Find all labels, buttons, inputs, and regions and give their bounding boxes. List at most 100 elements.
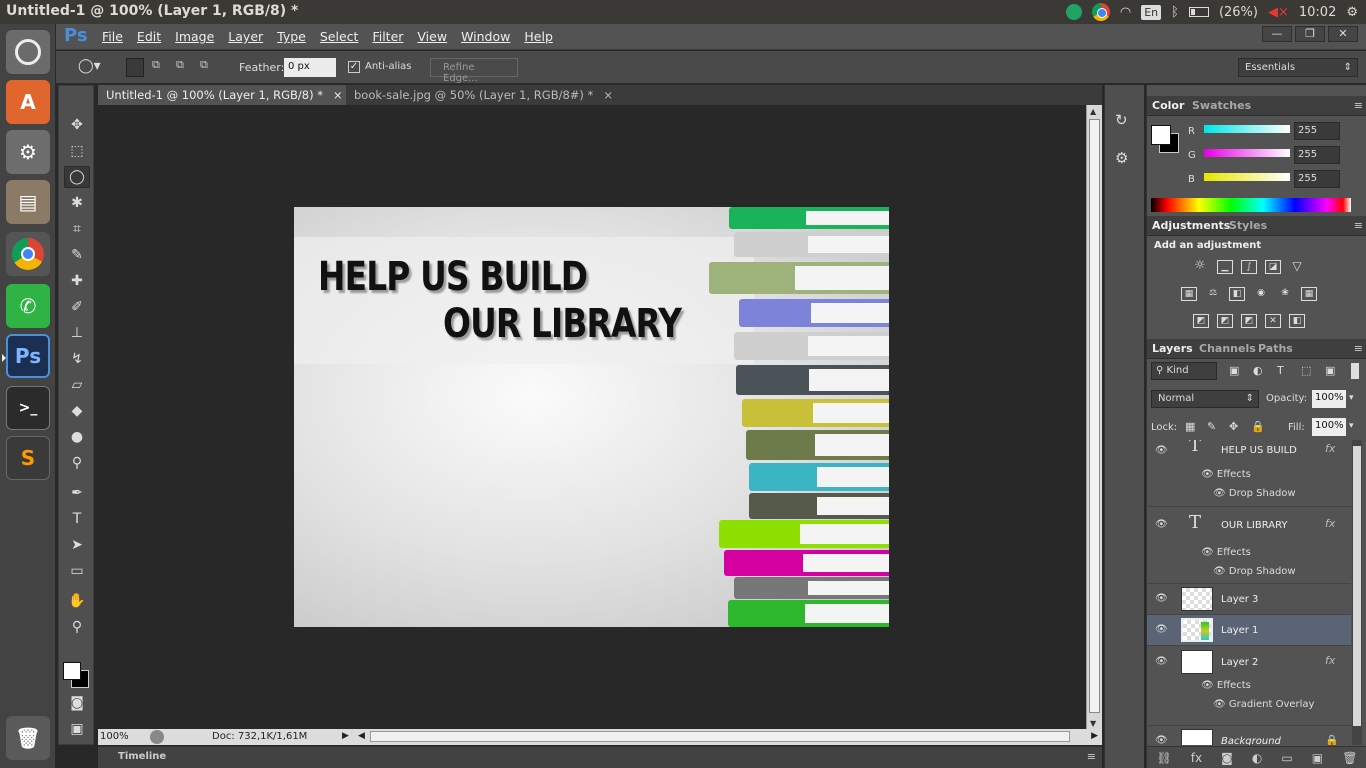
eyedropper-tool-icon[interactable]: ✎ <box>64 244 90 266</box>
lock-all-icon[interactable]: 🔒 <box>1251 420 1265 433</box>
tab-layers[interactable]: Layers <box>1152 342 1193 355</box>
tab-close-icon[interactable]: × <box>603 88 613 102</box>
posterize-icon[interactable]: ◩ <box>1217 314 1233 328</box>
color-balance-icon[interactable]: ⚖ <box>1205 287 1221 301</box>
antialias-checkbox[interactable]: ✓ <box>348 61 360 73</box>
launcher-software-center-button[interactable]: A <box>6 80 50 124</box>
hscroll-right-arrow-icon[interactable]: ▶ <box>1091 731 1098 741</box>
exposure-icon[interactable]: ◪ <box>1265 260 1281 274</box>
effect-eye-icon[interactable]: 👁 <box>1213 699 1226 710</box>
status-arrow-icon[interactable]: ▶ <box>342 731 349 741</box>
brush-tool-icon[interactable]: ✐ <box>64 296 90 318</box>
visibility-eye-icon[interactable]: 👁 <box>1155 445 1168 456</box>
color-fg-swatch[interactable] <box>1151 125 1171 145</box>
layer-row[interactable]: 👁 T OUR LIBRARY fx 👁 Effects 👁 Drop Shad… <box>1147 506 1351 583</box>
effect-eye-icon[interactable]: 👁 <box>1213 566 1226 577</box>
effects-eye-icon[interactable]: 👁 <box>1201 547 1214 558</box>
menu-filter[interactable]: Filter <box>372 29 403 44</box>
effects-eye-icon[interactable]: 👁 <box>1201 680 1214 691</box>
menu-image[interactable]: Image <box>175 29 214 44</box>
layer-row[interactable]: 👁 Layer 3 <box>1147 583 1351 614</box>
foreground-color-swatch[interactable] <box>63 662 81 680</box>
filter-smart-object-icon[interactable]: ▣ <box>1325 364 1335 377</box>
add-mask-icon[interactable]: ◙ <box>1221 751 1233 765</box>
screen-mode-icon[interactable]: ▣ <box>64 718 90 740</box>
launcher-sublime-button[interactable]: S <box>6 436 50 480</box>
dodge-tool-icon[interactable]: ⚲ <box>64 452 90 474</box>
vertical-scrollbar[interactable]: ▲ ▼ <box>1086 105 1102 730</box>
filter-shape-icon[interactable]: ⬚ <box>1301 364 1311 377</box>
channel-g-slider[interactable] <box>1204 149 1290 157</box>
tab-untitled-1[interactable]: Untitled-1 @ 100% (Layer 1, RGB/8) * × <box>98 85 346 105</box>
visibility-eye-icon[interactable]: 👁 <box>1155 656 1168 667</box>
fx-icon[interactable]: fx <box>1325 654 1335 667</box>
close-button[interactable]: ✕ <box>1328 26 1358 42</box>
type-tool-icon[interactable]: T <box>64 508 90 530</box>
launcher-chrome-button[interactable] <box>6 232 50 276</box>
visibility-eye-icon[interactable]: 👁 <box>1155 519 1168 530</box>
menu-layer[interactable]: Layer <box>228 29 263 44</box>
wifi-icon[interactable]: ◠ <box>1120 5 1131 20</box>
brightness-icon[interactable]: ☼ <box>1192 259 1208 274</box>
crop-tool-icon[interactable]: ⌗ <box>64 218 90 240</box>
opacity-input[interactable]: 100% <box>1312 390 1346 408</box>
effect-eye-icon[interactable]: 👁 <box>1213 488 1226 499</box>
magic-wand-tool-icon[interactable]: ✱ <box>64 192 90 214</box>
menu-edit[interactable]: Edit <box>137 29 161 44</box>
layers-scrollbar[interactable] <box>1352 440 1362 745</box>
volume-muted-icon[interactable]: ◀× <box>1268 5 1289 20</box>
timeline-menu-icon[interactable]: ≡ <box>1087 750 1096 763</box>
gradient-map-icon[interactable]: ◧ <box>1289 314 1305 328</box>
channel-b-value[interactable]: 255 <box>1294 170 1340 188</box>
layer-row[interactable]: 👁 Background 🔒 <box>1147 725 1351 745</box>
tab-color[interactable]: Color <box>1152 99 1184 112</box>
rectangle-tool-icon[interactable]: ▭ <box>64 560 90 582</box>
document-canvas[interactable]: HELP US BUILD OUR LIBRARY <box>294 207 889 627</box>
channel-r-slider[interactable] <box>1204 125 1290 133</box>
scroll-thumb[interactable] <box>1089 119 1100 713</box>
threshold-icon[interactable]: ◩ <box>1241 314 1257 328</box>
eraser-tool-icon[interactable]: ▱ <box>64 374 90 396</box>
layer-row-selected[interactable]: 👁 Layer 1 <box>1147 614 1351 645</box>
fill-input[interactable]: 100% <box>1312 418 1346 436</box>
keyboard-layout-indicator[interactable]: En <box>1141 4 1162 20</box>
layer-row[interactable]: 👁 T HELP US BUILD fx 👁 Effects 👁 Drop Sh… <box>1147 440 1351 506</box>
timeline-panel[interactable]: Timeline ≡ <box>98 746 1102 768</box>
filter-toggle[interactable] <box>1351 363 1359 379</box>
notification-icon[interactable] <box>1065 4 1082 20</box>
color-lookup-icon[interactable]: ▦ <box>1301 287 1317 301</box>
blur-tool-icon[interactable]: ● <box>64 426 90 448</box>
new-selection-icon[interactable] <box>126 58 144 77</box>
blend-mode-dropdown[interactable]: Normal ⇕ <box>1151 390 1259 408</box>
scroll-down-arrow-icon[interactable]: ▼ <box>1090 719 1096 728</box>
invert-icon[interactable]: ◩ <box>1193 314 1209 328</box>
new-adjustment-icon[interactable]: ◐ <box>1252 751 1262 765</box>
curves-icon[interactable]: ∫ <box>1241 260 1257 274</box>
fx-icon[interactable]: fx <box>1325 442 1335 455</box>
move-tool-icon[interactable]: ✥ <box>64 114 90 136</box>
vibrance-icon[interactable]: ▽ <box>1289 260 1305 274</box>
hscroll-left-arrow-icon[interactable]: ◀ <box>358 731 365 741</box>
lasso-preset-icon[interactable]: ◯▾ <box>78 58 101 77</box>
lock-transparent-icon[interactable]: ▦ <box>1185 420 1195 433</box>
layer-kind-filter[interactable]: ⚲ Kind <box>1151 362 1217 380</box>
new-group-icon[interactable]: ▭ <box>1281 751 1292 765</box>
selective-color-icon[interactable]: ✕ <box>1265 314 1281 328</box>
tab-close-icon[interactable]: × <box>333 88 343 102</box>
channel-mixer-icon[interactable]: ❀ <box>1277 287 1293 301</box>
menu-type[interactable]: Type <box>277 29 306 44</box>
status-menu-icon[interactable] <box>150 730 164 744</box>
visibility-eye-icon[interactable]: 👁 <box>1155 593 1168 604</box>
minimize-button[interactable]: — <box>1262 26 1292 42</box>
levels-icon[interactable]: ▁ <box>1217 260 1233 274</box>
menu-help[interactable]: Help <box>524 29 553 44</box>
hue-saturation-icon[interactable]: ▦ <box>1181 287 1197 301</box>
launcher-system-settings-button[interactable]: ⚙ <box>6 130 50 174</box>
intersect-selection-icon[interactable]: ⧉ <box>200 58 216 77</box>
tab-styles[interactable]: Styles <box>1229 219 1267 232</box>
launcher-ubuntu-button[interactable] <box>6 30 50 74</box>
new-layer-icon[interactable]: ▣ <box>1312 751 1323 765</box>
channel-r-value[interactable]: 255 <box>1294 122 1340 140</box>
bluetooth-icon[interactable]: ᛒ <box>1171 5 1179 20</box>
launcher-trash-button[interactable]: 🗑 <box>6 716 50 760</box>
